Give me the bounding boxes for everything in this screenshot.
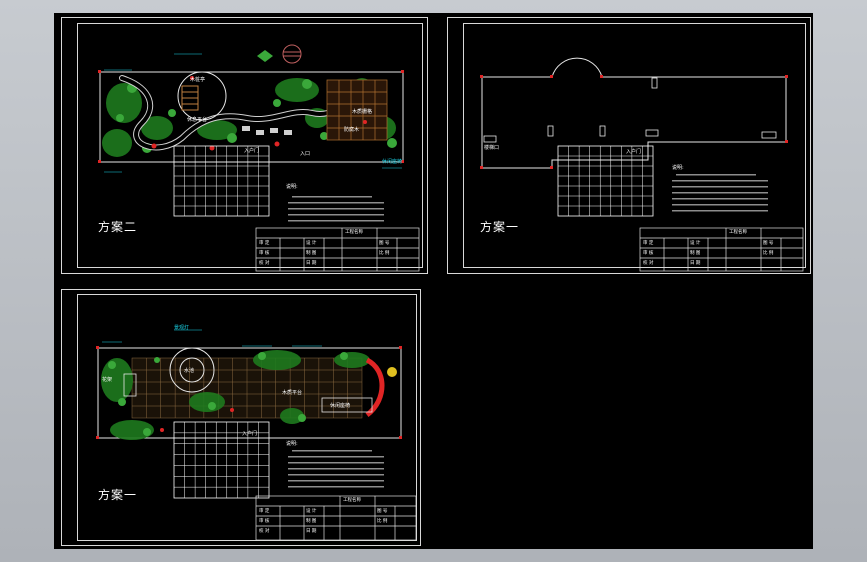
map-label-pond: 水池 [184,368,195,374]
title-block-cell: 工程名称 [343,498,361,503]
map-label-wood-lattice: 木质栅格 [352,109,373,115]
title-block-cell: 审 核 [643,251,654,256]
map-label-landscape-light: 景观灯 [174,325,190,331]
notes-title-top-right: 说明: [672,165,684,171]
scheme-label-top-right: 方案一 [480,220,520,234]
sheet-bottom-left[interactable]: 花架 水池 入户门 木质平台 休闲座椅 景观灯 说明: 方案一 审 定 审 核 … [61,289,421,546]
title-block-cell: 比 例 [379,251,390,256]
title-block-cell: 校 对 [259,261,270,266]
title-block-cell: 比 例 [763,251,774,256]
map-label-entrance-door: 入户门 [626,149,642,155]
cad-model-space[interactable]: 木桩亭 休息平台 木质栅格 防腐木 休闲座椅 入户门 入口 说明: 方案二 审 … [54,13,813,549]
title-block-cell: 审 核 [259,519,270,524]
title-block-cell: 审 定 [259,241,270,246]
scheme-label-top-left: 方案二 [98,220,138,234]
map-label-seat: 休闲座椅 [382,159,403,165]
plan-drawing-bottom-left [96,329,417,541]
map-label-wood-platform: 木质平台 [282,390,303,396]
map-label-pavilion: 木桩亭 [190,77,206,83]
title-block-cell: 日 期 [690,261,701,266]
map-label-entrance-door: 入户门 [244,148,260,154]
title-block-cell: 图 号 [377,509,388,514]
grid-area [557,145,654,217]
title-block-cell: 制 图 [306,251,317,256]
title-block-cell: 设 计 [690,241,701,246]
notes-title-top-left: 说明: [286,184,298,190]
title-block-cell: 校 对 [643,261,654,266]
title-block-cell: 设 计 [306,241,317,246]
map-label-stairwell: 楼梯口 [484,145,500,151]
title-block-cell: 审 核 [259,251,270,256]
title-block-cell: 日 期 [306,261,317,266]
title-block-cell: 设 计 [306,509,317,514]
map-label-rest-platform: 休息平台 [187,117,208,123]
notes-title-bottom-left: 说明: [286,441,298,447]
scheme-label-bottom-left: 方案一 [98,488,138,502]
title-block-cell: 工程名称 [729,230,747,235]
title-block-cell: 比 例 [377,519,388,524]
title-block-cell: 日 期 [306,529,317,534]
title-block-cell: 审 定 [259,509,270,514]
map-label-entry: 入口 [300,151,311,157]
title-block-cell: 图 号 [379,241,390,246]
title-block-cell: 工程名称 [345,230,363,235]
title-block-cell: 制 图 [690,251,701,256]
title-block-cell: 制 图 [306,519,317,524]
title-block-cell: 图 号 [763,241,774,246]
map-label-pergola: 花架 [102,377,113,383]
sheet-top-left[interactable]: 木桩亭 休息平台 木质栅格 防腐木 休闲座椅 入户门 入口 说明: 方案二 审 … [61,17,428,274]
map-label-entrance-door: 入户门 [242,431,258,437]
grid-area [173,145,270,217]
title-block-cell: 审 定 [643,241,654,246]
title-block-cell: 校 对 [259,529,270,534]
map-label-seat: 休闲座椅 [330,403,351,409]
sheet-top-right[interactable]: 入户门 楼梯口 说明: 方案一 审 定 审 核 校 对 设 计 制 图 日 期 … [447,17,811,274]
map-label-wood-deck: 防腐木 [344,127,360,133]
